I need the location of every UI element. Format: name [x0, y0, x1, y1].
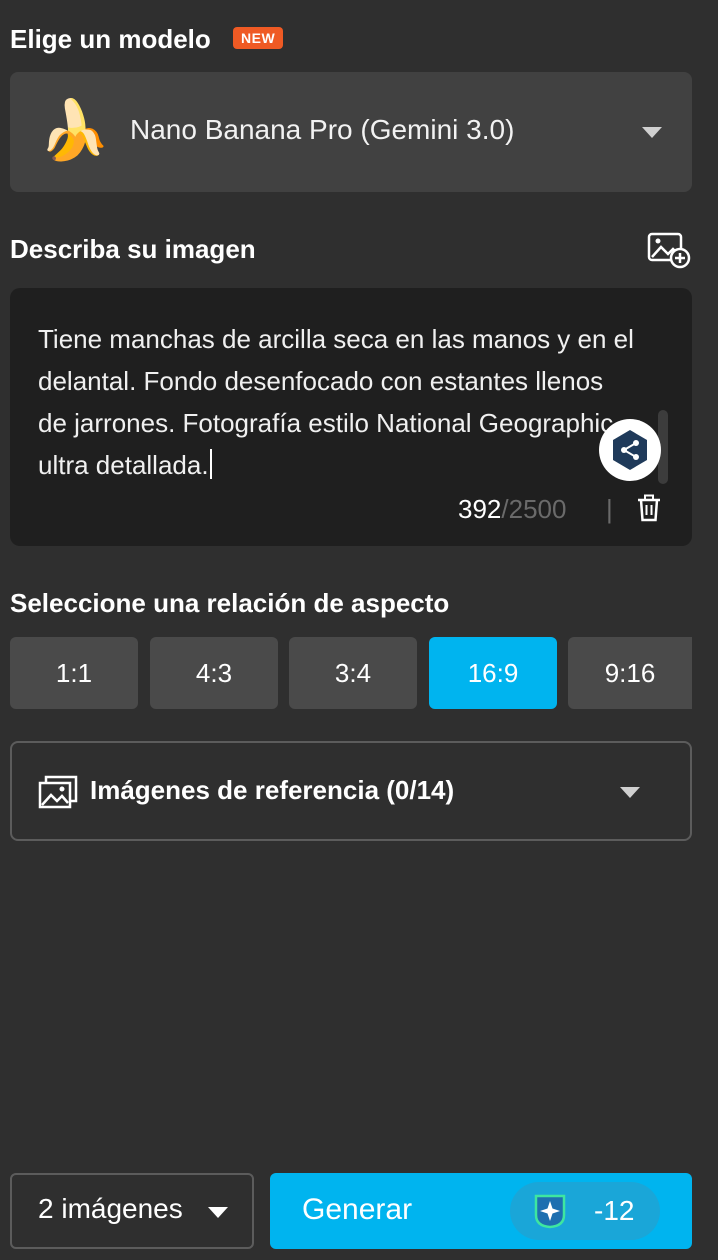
aspect-option-9-16[interactable]: 9:16: [568, 637, 692, 709]
add-image-icon[interactable]: [646, 230, 692, 270]
aspect-option-1-1[interactable]: 1:1: [10, 637, 138, 709]
generate-button[interactable]: Generar -12: [270, 1173, 692, 1249]
credit-cost-badge: -12: [510, 1182, 660, 1240]
aspect-option-16-9[interactable]: 16:9: [429, 637, 557, 709]
share-assistant-icon[interactable]: [598, 418, 662, 482]
aspect-section-title: Seleccione una relación de aspecto: [10, 588, 450, 618]
image-count-select[interactable]: 2 imágenes: [10, 1173, 254, 1249]
chevron-down-icon: [620, 787, 640, 798]
model-select-value: Nano Banana Pro (Gemini 3.0): [130, 114, 515, 145]
prompt-textarea[interactable]: Tiene manchas de arcilla seca en las man…: [10, 288, 692, 546]
aspect-option-4-3[interactable]: 4:3: [150, 637, 278, 709]
reference-images-dropdown[interactable]: Imágenes de referencia (0/14): [10, 741, 692, 841]
aspect-option-3-4[interactable]: 3:4: [289, 637, 417, 709]
text-cursor: [209, 449, 212, 479]
counter-separator: |: [606, 494, 613, 524]
credit-cost-value: -12: [594, 1195, 635, 1226]
char-max: /2500: [501, 494, 567, 524]
chevron-down-icon: [208, 1207, 228, 1218]
credit-icon: [532, 1193, 568, 1229]
chevron-down-icon: [642, 127, 662, 138]
images-icon: [38, 775, 78, 811]
reference-images-label: Imágenes de referencia (0/14): [90, 775, 455, 805]
prompt-section-title: Describa su imagen: [10, 234, 256, 264]
image-count-value: 2 imágenes: [38, 1193, 183, 1224]
prompt-text: Tiene manchas de arcilla seca en las man…: [38, 324, 634, 480]
banana-icon: 🍌: [38, 98, 111, 163]
model-section-title: Elige un modelo: [10, 24, 211, 54]
char-count: 392: [458, 494, 502, 524]
char-counter: 392/2500: [458, 494, 566, 525]
generate-label: Generar: [302, 1193, 413, 1226]
new-badge: NEW: [233, 27, 284, 49]
model-select[interactable]: 🍌 Nano Banana Pro (Gemini 3.0): [10, 72, 692, 192]
trash-icon[interactable]: [636, 494, 662, 522]
